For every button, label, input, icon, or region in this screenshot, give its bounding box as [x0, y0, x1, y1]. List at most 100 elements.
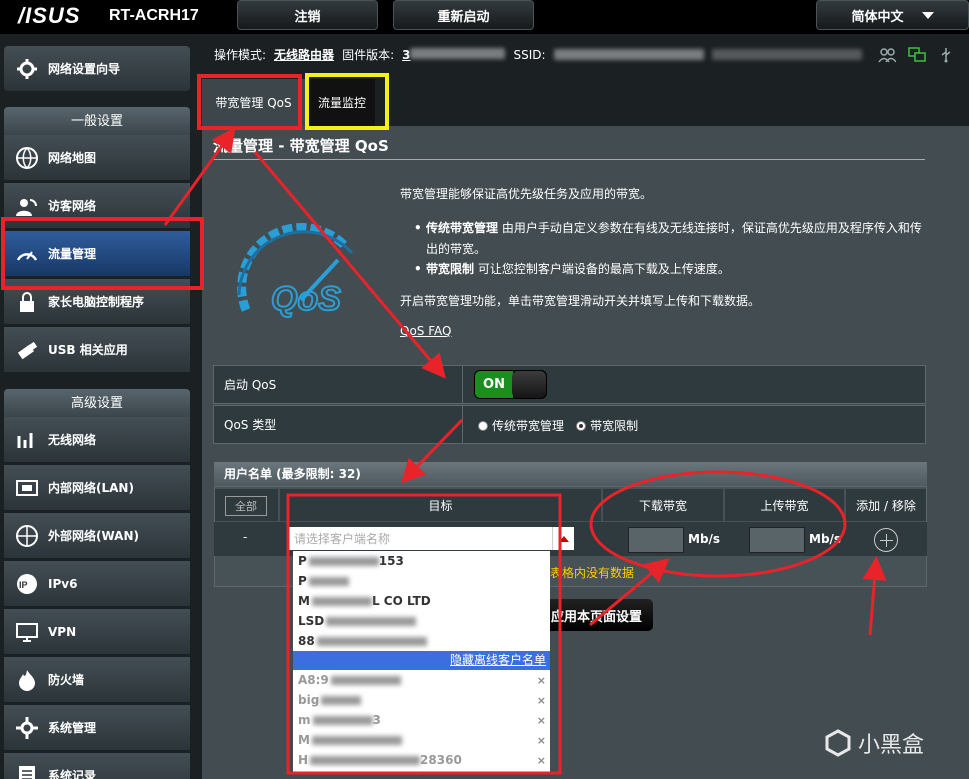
- col-download: 下载带宽: [603, 489, 723, 521]
- intro-text: 带宽管理能够保证高优先级任务及应用的带宽。: [400, 187, 653, 201]
- client-item[interactable]: M L CO LTD: [293, 591, 550, 611]
- add-icon[interactable]: [874, 528, 898, 552]
- client-name: M: [298, 594, 310, 608]
- sidebar-item-usb[interactable]: USB 相关应用: [4, 327, 190, 373]
- language-label: 简体中文: [851, 9, 904, 25]
- sidebar-item-wifi[interactable]: 无线网络: [4, 417, 190, 463]
- sidebar-item-wan-globe[interactable]: 外部网络(WAN): [4, 513, 190, 559]
- client-name: big: [298, 693, 320, 707]
- offline-client-item[interactable]: A8:9 ×: [293, 670, 550, 690]
- radio-traditional-qos[interactable]: 传统带宽管理: [478, 417, 564, 434]
- col-target: 目标: [280, 489, 601, 521]
- apply-button[interactable]: 应用本页面设置: [540, 599, 653, 631]
- sidebar-item-ipv6[interactable]: IP IPv6: [4, 561, 190, 607]
- remove-client-icon[interactable]: ×: [537, 674, 546, 687]
- client-item[interactable]: LSD: [293, 611, 550, 631]
- sidebar-item-globe[interactable]: 网络地图: [4, 135, 190, 181]
- chevron-down-icon: [921, 11, 934, 19]
- qos-toggle[interactable]: ON: [474, 370, 547, 399]
- sidebar-item-parental-lock[interactable]: 家长电脑控制程序: [4, 279, 190, 325]
- radio-circle-selected: [576, 420, 587, 431]
- status-bar: 操作模式: 无线路由器 固件版本: 3 SSID:: [214, 46, 862, 63]
- qos-type-label: QoS 类型: [214, 406, 463, 443]
- xiaoheihe-logo-icon: [825, 729, 851, 757]
- col-upload: 上传带宽: [725, 489, 844, 521]
- top-bar: /ISUS RT-ACRH17 注销 重新启动 简体中文: [0, 0, 969, 34]
- globe-icon: [13, 145, 41, 171]
- upload-unit: Mb/s: [809, 532, 842, 546]
- status-icons: [878, 47, 954, 63]
- sidebar-item-log[interactable]: 系统记录: [4, 753, 190, 779]
- advanced-settings-header: 高级设置: [4, 389, 190, 417]
- download-unit: Mb/s: [688, 532, 721, 546]
- qos-logo-text: QoS: [271, 280, 341, 318]
- clients-icon[interactable]: [878, 47, 896, 63]
- client-name: H: [298, 753, 309, 767]
- tab-traffic-monitor[interactable]: 流量监控: [309, 79, 375, 126]
- offline-client-item[interactable]: m 3 ×: [293, 710, 550, 730]
- guest-network-icon: [13, 193, 41, 219]
- sidebar-item-firewall[interactable]: 防火墙: [4, 657, 190, 703]
- remove-client-icon[interactable]: ×: [537, 754, 546, 767]
- qos-faq-link[interactable]: QoS FAQ: [400, 324, 451, 338]
- sidebar-item-lan[interactable]: 内部网络(LAN): [4, 465, 190, 511]
- svg-text:IP: IP: [19, 580, 28, 590]
- sidebar-label: 系统记录: [48, 769, 97, 779]
- client-name-suffix: L CO LTD: [371, 594, 431, 608]
- client-name: 88: [298, 634, 315, 648]
- client-name: m: [298, 713, 311, 727]
- divider: [213, 159, 925, 160]
- sidebar-item-gauge[interactable]: 流量管理: [4, 231, 190, 277]
- network-status-icon[interactable]: [908, 47, 926, 63]
- model-name: RT-ACRH17: [109, 7, 199, 24]
- client-select-input[interactable]: 请选择客户端名称: [288, 527, 552, 550]
- client-item[interactable]: 88: [293, 631, 550, 651]
- sidebar-item-wizard[interactable]: 网络设置向导: [4, 46, 190, 92]
- radio-label: 带宽限制: [590, 419, 639, 433]
- client-name: A8:9: [298, 673, 329, 687]
- firmware-value[interactable]: 3: [402, 47, 506, 62]
- sidebar-item-vpn[interactable]: VPN: [4, 609, 190, 655]
- radio-bandwidth-limiter[interactable]: 带宽限制: [576, 417, 638, 434]
- sidebar-item-guest-network[interactable]: 访客网络: [4, 183, 190, 229]
- client-select-arrow[interactable]: [552, 527, 574, 550]
- remove-client-icon[interactable]: ×: [537, 734, 546, 747]
- usb-icon: [13, 337, 41, 363]
- op-mode-value[interactable]: 无线路由器: [274, 46, 334, 63]
- upload-bandwidth-input[interactable]: [749, 527, 805, 553]
- sidebar-label: 访客网络: [48, 199, 97, 213]
- offline-client-item[interactable]: big ×: [293, 690, 550, 710]
- bullet-title: 传统带宽管理: [426, 221, 499, 235]
- sidebar-item-admin-gear[interactable]: 系统管理: [4, 705, 190, 751]
- lan-icon: [13, 475, 41, 501]
- general-settings-header: 一般设置: [4, 107, 190, 135]
- redacted-client-name: [310, 755, 421, 765]
- log-icon: [13, 763, 41, 779]
- radio-circle: [478, 420, 488, 431]
- vpn-icon: [13, 619, 41, 645]
- select-all-button[interactable]: 全部: [225, 496, 267, 516]
- download-bandwidth-input[interactable]: [628, 527, 684, 553]
- client-item[interactable]: P 153: [293, 551, 550, 571]
- offline-client-item[interactable]: M ×: [293, 730, 550, 750]
- usb-status-icon[interactable]: [938, 47, 954, 63]
- sidebar-label: 防火墙: [48, 673, 85, 687]
- sidebar-label: 无线网络: [48, 433, 97, 447]
- logout-button[interactable]: 注销: [237, 0, 378, 30]
- sidebar-label: VPN: [48, 624, 77, 639]
- toggle-on-label: ON: [475, 371, 513, 398]
- client-name: LSD: [298, 614, 325, 628]
- remove-client-icon[interactable]: ×: [537, 694, 546, 707]
- tab-qos[interactable]: 带宽管理 QoS: [202, 79, 305, 126]
- wizard-icon: [13, 56, 41, 82]
- language-select[interactable]: 简体中文: [816, 0, 969, 30]
- offline-client-item[interactable]: H 28360 ×: [293, 750, 550, 770]
- hide-offline-clients-link[interactable]: 隐藏离线客户名单: [293, 651, 550, 670]
- client-name: M: [298, 733, 310, 747]
- remove-client-icon[interactable]: ×: [537, 714, 546, 727]
- op-mode-label: 操作模式:: [214, 48, 267, 62]
- qos-type-options: 传统带宽管理 带宽限制: [478, 417, 646, 435]
- bullet-title: 带宽限制: [426, 262, 475, 276]
- client-item[interactable]: P: [293, 571, 550, 591]
- reboot-button[interactable]: 重新启动: [393, 0, 534, 30]
